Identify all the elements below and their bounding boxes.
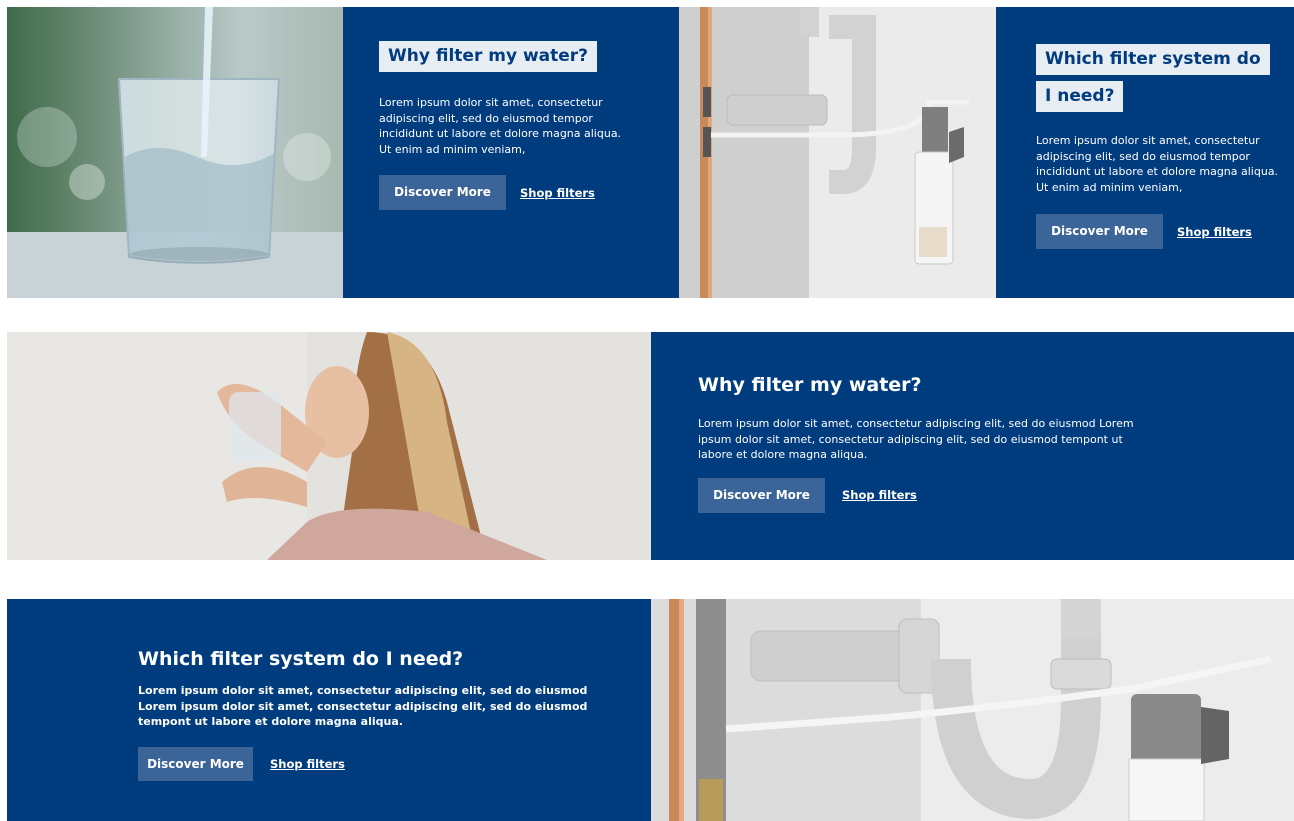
banner1-body: Lorem ipsum dolor sit amet, consectetur … bbox=[379, 96, 622, 156]
banner1-shop-filters-link[interactable]: Shop filters bbox=[520, 186, 595, 200]
banner1-title: Why filter my water? bbox=[379, 41, 598, 72]
banner2-title-line1: Which filter system do bbox=[1036, 44, 1270, 75]
banner2-shop-filters-link[interactable]: Shop filters bbox=[1177, 225, 1252, 239]
banner3-discover-more-button[interactable]: Discover More bbox=[698, 478, 825, 513]
banner1-panel: Why filter my water? Lorem ipsum dolor s… bbox=[343, 7, 679, 298]
banner2-panel: Which filter system do I need? Lorem ips… bbox=[996, 7, 1294, 298]
undersink-filter-photo bbox=[679, 7, 996, 298]
banner2-body: Lorem ipsum dolor sit amet, consectetur … bbox=[1036, 134, 1279, 194]
banner2-discover-more-button[interactable]: Discover More bbox=[1036, 214, 1163, 249]
banner3-body: Lorem ipsum dolor sit amet, consectetur … bbox=[698, 417, 1134, 461]
undersink-pipes-photo bbox=[651, 599, 1294, 821]
banner3-title: Why filter my water? bbox=[698, 374, 922, 396]
banner3-shop-filters-link[interactable]: Shop filters bbox=[842, 488, 917, 502]
banner1-discover-more-button[interactable]: Discover More bbox=[379, 175, 506, 210]
banner4-body: Lorem ipsum dolor sit amet, consectetur … bbox=[138, 684, 588, 728]
banner3-panel: Why filter my water? Lorem ipsum dolor s… bbox=[651, 332, 1294, 560]
banner4-panel: Which filter system do I need? Lorem ips… bbox=[7, 599, 651, 821]
banner4-shop-filters-link[interactable]: Shop filters bbox=[270, 757, 345, 771]
banner4-title: Which filter system do I need? bbox=[138, 648, 464, 670]
banner2-title-line2: I need? bbox=[1036, 81, 1124, 112]
banner4-discover-more-button[interactable]: Discover More bbox=[138, 747, 253, 781]
woman-drinking-water-photo bbox=[7, 332, 651, 560]
water-glass-photo bbox=[7, 7, 343, 298]
